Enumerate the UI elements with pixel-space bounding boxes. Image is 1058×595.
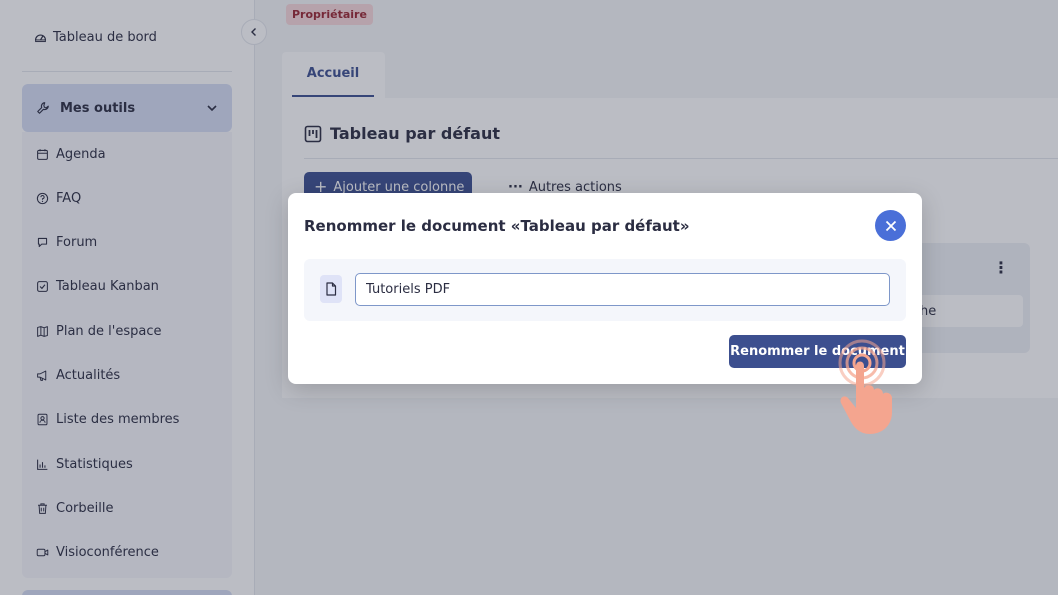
name-field-row	[304, 259, 906, 321]
dialog-title: Renommer le document «Tableau par défaut…	[304, 217, 690, 235]
tap-hand-icon	[838, 339, 892, 434]
document-name-input[interactable]	[355, 273, 890, 306]
close-button[interactable]	[875, 210, 906, 241]
rename-dialog: Renommer le document «Tableau par défaut…	[288, 193, 922, 384]
close-icon	[885, 220, 896, 231]
document-icon	[320, 275, 342, 303]
